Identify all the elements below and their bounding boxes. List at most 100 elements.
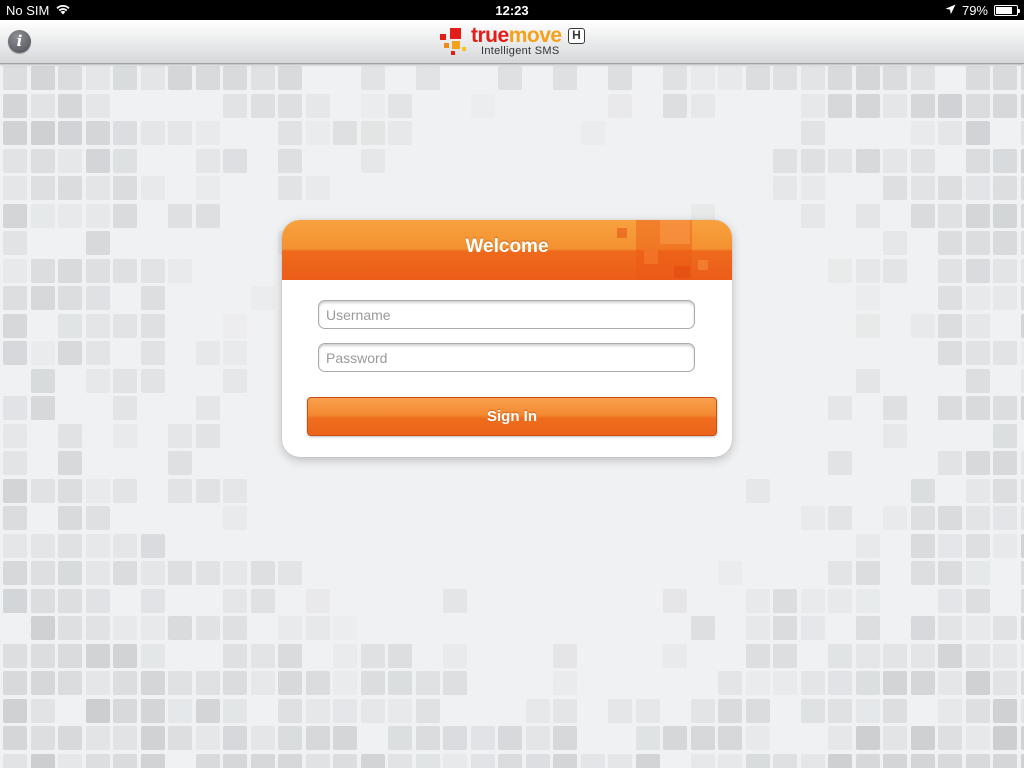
background-tile bbox=[993, 753, 1017, 768]
background-tile bbox=[58, 176, 82, 200]
background-tile bbox=[223, 643, 247, 668]
background-tile bbox=[113, 396, 137, 420]
background-tile bbox=[993, 643, 1017, 668]
background-tile bbox=[223, 148, 247, 173]
background-tile bbox=[388, 671, 412, 695]
background-tile bbox=[1020, 368, 1024, 393]
background-tile bbox=[113, 121, 137, 145]
background-tile bbox=[800, 671, 825, 695]
background-tile bbox=[278, 66, 302, 90]
background-tile bbox=[1020, 93, 1024, 118]
background-tile bbox=[140, 643, 165, 668]
background-tile bbox=[993, 671, 1017, 695]
sign-in-button[interactable]: Sign In bbox=[307, 397, 717, 436]
background-tile bbox=[635, 726, 660, 750]
background-tile bbox=[168, 726, 192, 750]
background-tile bbox=[993, 176, 1017, 200]
background-tile bbox=[965, 753, 990, 768]
background-tile bbox=[663, 643, 687, 668]
background-tile bbox=[140, 533, 165, 558]
background-tile bbox=[305, 93, 330, 118]
password-input[interactable] bbox=[318, 343, 695, 372]
background-tile bbox=[470, 726, 495, 750]
background-tile bbox=[828, 148, 852, 173]
background-tile bbox=[168, 671, 192, 695]
background-tile bbox=[718, 671, 742, 695]
background-tile bbox=[305, 616, 330, 640]
background-tile bbox=[910, 203, 935, 228]
background-tile bbox=[140, 698, 165, 723]
background-tile bbox=[938, 533, 962, 558]
background-tile bbox=[690, 753, 715, 768]
background-tile bbox=[415, 66, 440, 90]
background-tile bbox=[195, 698, 220, 723]
background-tile bbox=[745, 643, 770, 668]
background-tile bbox=[938, 341, 962, 365]
background-tile bbox=[800, 176, 825, 200]
background-tile bbox=[30, 121, 55, 145]
background-tile bbox=[718, 561, 742, 585]
background-tile bbox=[250, 643, 275, 668]
background-tile bbox=[30, 561, 55, 585]
background-tile bbox=[443, 726, 467, 750]
background-tile bbox=[800, 148, 825, 173]
background-tile bbox=[3, 423, 27, 448]
background-tile bbox=[58, 726, 82, 750]
background-tile bbox=[993, 341, 1017, 365]
background-tile bbox=[773, 148, 797, 173]
background-tile bbox=[58, 506, 82, 530]
background-tile bbox=[30, 671, 55, 695]
background-tile bbox=[30, 643, 55, 668]
background-tile bbox=[388, 698, 412, 723]
background-tile bbox=[85, 148, 110, 173]
background-tile bbox=[883, 726, 907, 750]
background-tile bbox=[3, 231, 27, 255]
background-tile bbox=[195, 66, 220, 90]
background-tile bbox=[58, 588, 82, 613]
background-tile bbox=[30, 616, 55, 640]
background-tile bbox=[745, 478, 770, 503]
background-tile bbox=[690, 616, 715, 640]
background-tile bbox=[415, 671, 440, 695]
background-tile bbox=[333, 616, 357, 640]
background-tile bbox=[635, 698, 660, 723]
background-tile bbox=[58, 478, 82, 503]
background-tile bbox=[3, 93, 27, 118]
background-tile bbox=[58, 66, 82, 90]
background-tile bbox=[965, 368, 990, 393]
location-arrow-icon bbox=[945, 3, 956, 18]
info-icon[interactable]: i bbox=[8, 30, 31, 53]
background-tile bbox=[993, 726, 1017, 750]
background-tile bbox=[855, 203, 880, 228]
username-input[interactable] bbox=[318, 300, 695, 329]
background-tile bbox=[800, 506, 825, 530]
background-tile bbox=[855, 258, 880, 283]
background-tile bbox=[663, 93, 687, 118]
background-tile bbox=[1020, 341, 1024, 365]
background-tile bbox=[965, 93, 990, 118]
background-tile bbox=[195, 423, 220, 448]
background-tile bbox=[580, 753, 605, 768]
background-tile bbox=[30, 396, 55, 420]
background-tile bbox=[140, 176, 165, 200]
background-tile bbox=[1020, 533, 1024, 558]
background-tile bbox=[1020, 616, 1024, 640]
background-tile bbox=[773, 616, 797, 640]
background-tile bbox=[965, 341, 990, 365]
background-tile bbox=[3, 286, 27, 310]
background-tile bbox=[828, 726, 852, 750]
background-tile bbox=[965, 176, 990, 200]
background-tile bbox=[360, 66, 385, 90]
background-tile bbox=[3, 561, 27, 585]
background-tile bbox=[828, 643, 852, 668]
background-tile bbox=[498, 726, 522, 750]
background-tile bbox=[168, 478, 192, 503]
background-tile bbox=[553, 643, 577, 668]
background-tile bbox=[525, 698, 550, 723]
background-tile bbox=[498, 753, 522, 768]
background-tile bbox=[883, 423, 907, 448]
background-tile bbox=[855, 533, 880, 558]
background-tile bbox=[113, 753, 137, 768]
background-tile bbox=[113, 533, 137, 558]
background-tile bbox=[250, 561, 275, 585]
